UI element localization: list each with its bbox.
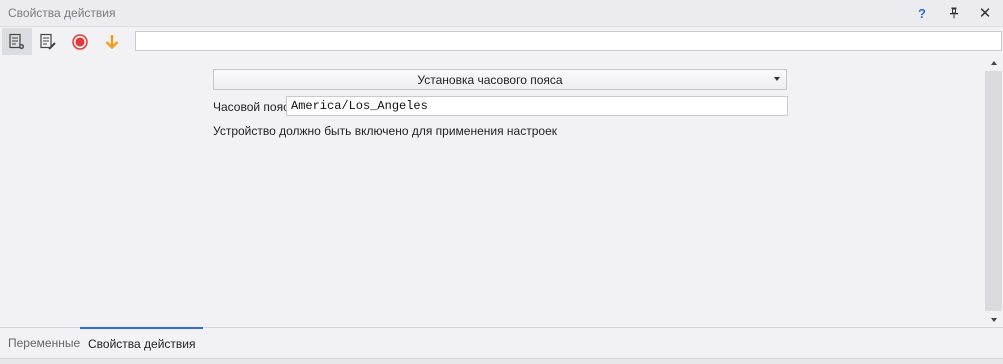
- scroll-down-arrow-icon: [990, 318, 997, 322]
- help-button[interactable]: ?: [912, 3, 932, 23]
- download-arrow-icon: [105, 34, 119, 49]
- action-type-dropdown[interactable]: Установка часового пояса: [213, 69, 787, 90]
- title-bar: Свойства действия ? ✕: [0, 0, 1003, 27]
- tab-variables[interactable]: Переменные: [0, 328, 88, 357]
- close-button[interactable]: ✕: [975, 3, 995, 23]
- vertical-scrollbar[interactable]: [985, 56, 1002, 327]
- tab-action-properties[interactable]: Свойства действия: [80, 327, 204, 358]
- timezone-input[interactable]: [286, 96, 788, 116]
- status-strip: [0, 358, 1003, 364]
- edit-tool-button[interactable]: [33, 28, 63, 55]
- chevron-down-icon: [774, 77, 780, 81]
- window-title: Свойства действия: [8, 6, 116, 20]
- action-properties-panel: Свойства действия ? ✕ Установка часового…: [0, 0, 1003, 364]
- record-tool-button[interactable]: [65, 28, 95, 55]
- properties-content: Установка часового пояса Часовой пояс Ус…: [0, 56, 985, 327]
- record-icon: [72, 33, 88, 50]
- scroll-up-arrow-icon: [990, 61, 997, 65]
- download-tool-button[interactable]: [97, 28, 127, 55]
- properties-tool-button[interactable]: [2, 28, 32, 55]
- properties-icon: [9, 33, 25, 49]
- device-note: Устройство должно быть включено для прим…: [213, 124, 557, 138]
- pin-button[interactable]: [944, 3, 964, 23]
- scrollbar-thumb[interactable]: [985, 71, 1002, 311]
- bottom-tabs: Переменные Свойства действия: [0, 327, 1003, 364]
- toolbar-search-input[interactable]: [135, 31, 1002, 51]
- edit-icon: [40, 33, 56, 50]
- scroll-up-button[interactable]: [985, 56, 1002, 70]
- scroll-down-button[interactable]: [985, 313, 1002, 327]
- pin-icon: [950, 7, 958, 19]
- toolbar: [0, 27, 1003, 55]
- timezone-label: Часовой пояс: [213, 100, 290, 114]
- dropdown-selected-value: Установка часового пояса: [417, 73, 563, 87]
